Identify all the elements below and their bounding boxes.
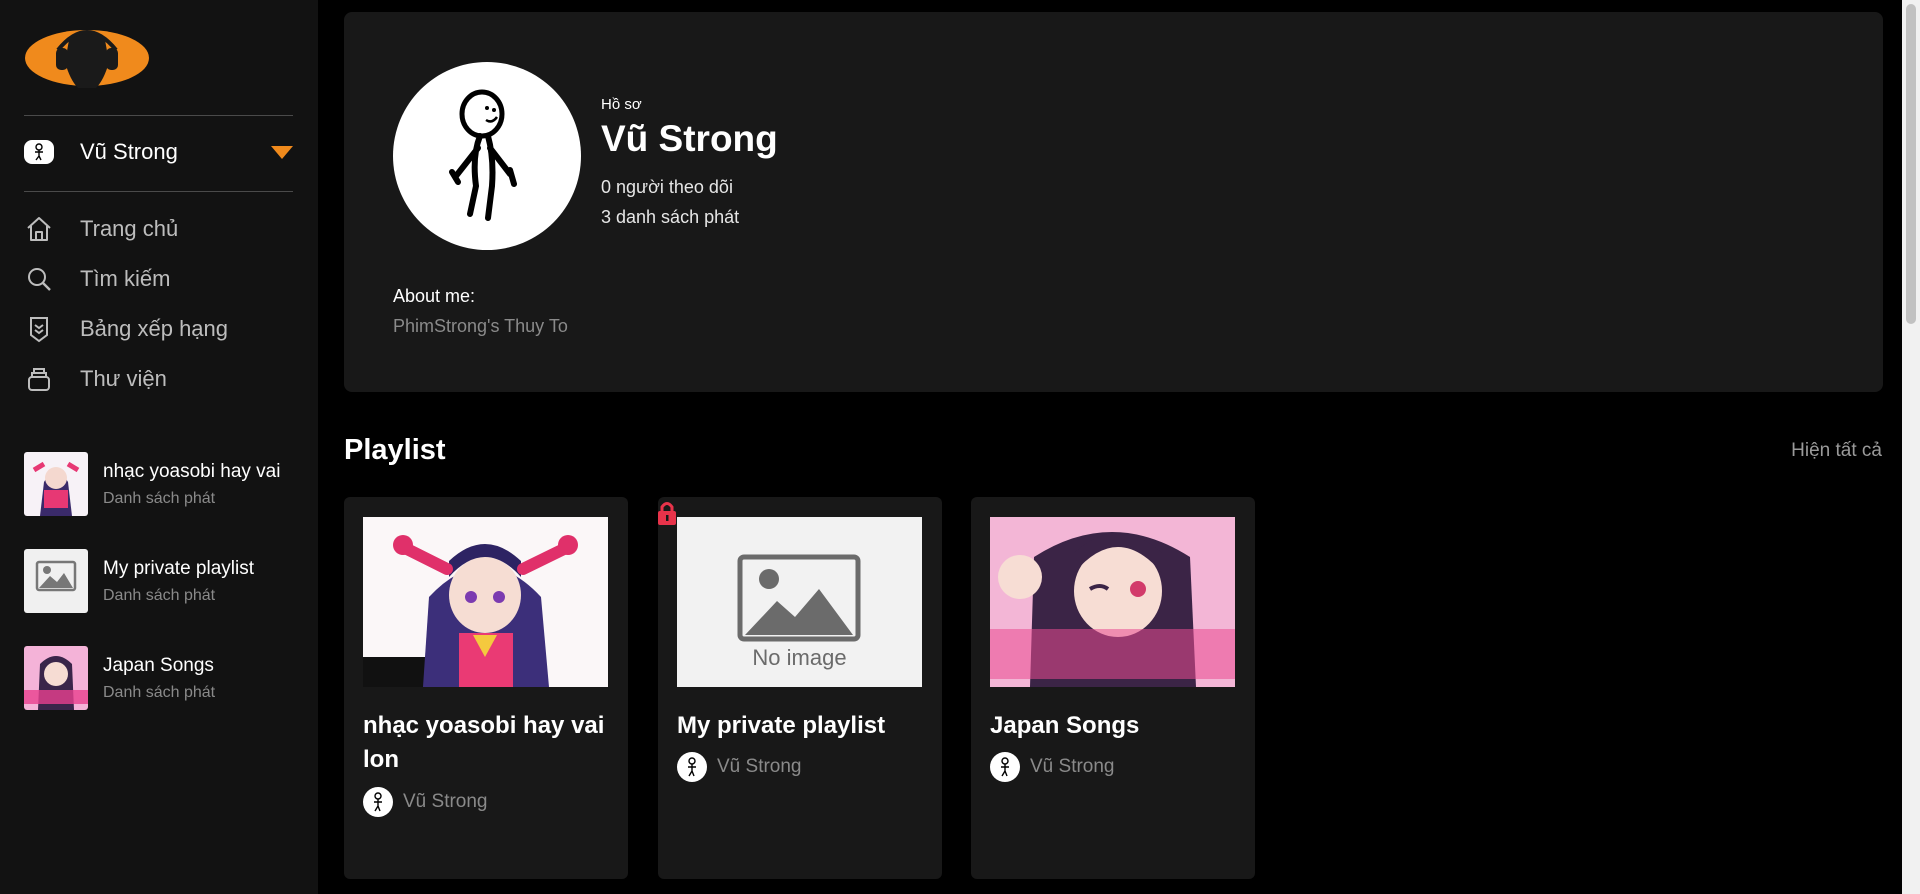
playlist-card-title: nhạc yoasobi hay vai lon — [363, 712, 605, 773]
playlist-thumbnail — [24, 549, 88, 613]
playlist-title: Japan Songs — [103, 654, 214, 676]
about-text: PhimStrong's Thuy To — [393, 316, 568, 336]
sidebar-playlist-item[interactable]: Japan Songs Danh sách phát — [24, 646, 304, 710]
chevron-down-icon[interactable] — [271, 145, 293, 159]
playlist-title: nhạc yoasobi hay vai — [103, 460, 281, 482]
scrollbar-thumb[interactable] — [1906, 4, 1916, 324]
playlist-card[interactable]: Japan Songs Vũ Strong — [971, 497, 1255, 879]
playlist-owner[interactable]: Vũ Strong — [363, 787, 488, 817]
playlist-count: 3 danh sách phát — [601, 207, 740, 227]
nav-label: Bảng xếp hạng — [80, 316, 229, 341]
profile-kind: Hồ sơ — [601, 96, 642, 113]
playlist-owner[interactable]: Vũ Strong — [990, 752, 1115, 782]
playlist-owner[interactable]: Vũ Strong — [677, 752, 802, 782]
playlist-card[interactable]: No image My private playlist Vũ Strong — [658, 497, 942, 879]
profile-name: Vũ Strong — [601, 118, 778, 159]
about-label: About me: — [393, 286, 476, 306]
owner-name: Vũ Strong — [1030, 756, 1115, 777]
nav-label: Trang chủ — [80, 216, 179, 241]
nav-label: Tìm kiếm — [80, 266, 171, 291]
nav-item-library[interactable]: Thư viện — [24, 359, 293, 399]
playlist-cover — [990, 517, 1235, 687]
divider — [24, 115, 293, 116]
lock-icon — [658, 502, 676, 525]
nav-item-search[interactable]: Tìm kiếm — [24, 259, 293, 299]
playlist-thumbnail — [24, 452, 88, 516]
show-all-link[interactable]: Hiện tất cả — [1791, 440, 1882, 462]
playlist-cover: No image — [677, 517, 922, 687]
nav-item-home[interactable]: Trang chủ — [24, 209, 293, 249]
owner-name: Vũ Strong — [403, 791, 488, 812]
user-avatar — [24, 140, 54, 164]
sidebar-playlist-item[interactable]: nhạc yoasobi hay vai Danh sách phát — [24, 452, 304, 516]
playlist-title: My private playlist — [103, 557, 254, 579]
nav-label: Thư viện — [80, 366, 167, 391]
nav-item-ranking[interactable]: Bảng xếp hạng — [24, 309, 293, 349]
owner-avatar — [677, 752, 707, 782]
owner-name: Vũ Strong — [717, 756, 802, 777]
profile-header: Hồ sơ Vũ Strong 0 người theo dõi 3 danh … — [344, 12, 1883, 392]
playlist-subtitle: Danh sách phát — [103, 586, 216, 604]
search-icon — [24, 264, 54, 294]
app-logo[interactable] — [24, 22, 150, 94]
sidebar: Vũ Strong Trang chủ Tìm kiếm Bảng xếp hạ… — [0, 0, 318, 894]
ranking-icon — [24, 314, 54, 344]
playlist-card[interactable]: nhạc yoasobi hay vai lon Vũ Strong — [344, 497, 628, 879]
playlist-cover — [363, 517, 608, 687]
home-icon — [24, 214, 54, 244]
playlist-subtitle: Danh sách phát — [103, 683, 216, 701]
playlist-thumbnail — [24, 646, 88, 710]
profile-avatar[interactable] — [393, 62, 581, 250]
no-image-text: No image — [752, 645, 847, 670]
owner-avatar — [990, 752, 1020, 782]
section-title: Playlist — [344, 434, 446, 466]
playlist-card-title: Japan Songs — [990, 712, 1140, 739]
playlist-card-title: My private playlist — [677, 712, 886, 739]
playlist-subtitle: Danh sách phát — [103, 489, 216, 507]
library-icon — [24, 364, 54, 394]
user-menu[interactable]: Vũ Strong — [24, 132, 293, 172]
page-scrollbar[interactable] — [1902, 0, 1920, 894]
divider — [24, 191, 293, 192]
sidebar-playlist-item[interactable]: My private playlist Danh sách phát — [24, 549, 304, 613]
follower-count: 0 người theo dõi — [601, 177, 733, 197]
user-name: Vũ Strong — [80, 139, 178, 164]
owner-avatar — [363, 787, 393, 817]
